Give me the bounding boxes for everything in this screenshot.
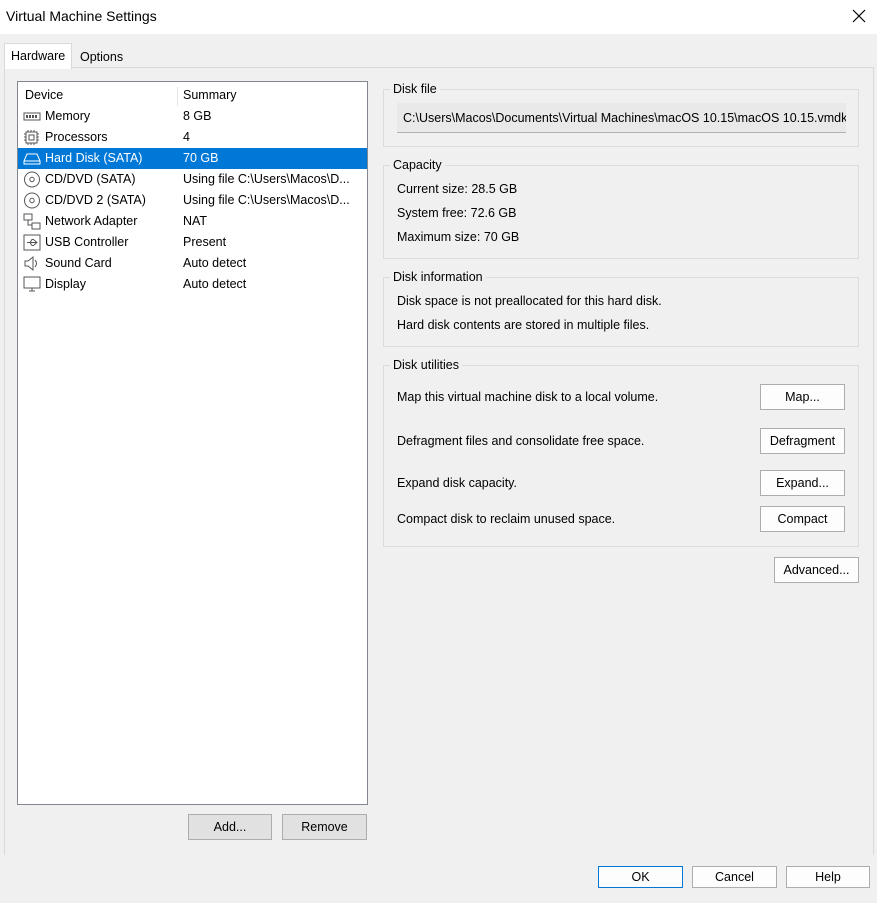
tab-options[interactable]: Options <box>74 46 129 68</box>
defragment-button[interactable]: Defragment <box>760 428 845 454</box>
dialog-footer: OK Cancel Help <box>0 855 877 903</box>
maximum-size-text: Maximum size: 70 GB <box>397 230 520 244</box>
device-summary: NAT <box>183 214 208 228</box>
disk-information-group: Disk information Disk space is not preal… <box>383 269 859 347</box>
disk-info-line: Hard disk contents are stored in multipl… <box>397 318 650 332</box>
disk-utilities-group: Disk utilities Map this virtual machine … <box>383 357 859 547</box>
device-summary: Using file C:\Users\Macos\D... <box>183 193 350 207</box>
ok-button[interactable]: OK <box>598 866 683 888</box>
usb-icon <box>23 234 41 251</box>
device-name: Processors <box>45 130 108 144</box>
disk-info-line: Disk space is not preallocated for this … <box>397 294 662 308</box>
cd-dvd-icon <box>24 171 40 188</box>
remove-device-button[interactable]: Remove <box>282 814 367 840</box>
add-device-button[interactable]: Add... <box>188 814 272 840</box>
device-row-sound-card[interactable]: Sound Card Auto detect <box>18 253 367 274</box>
cd-dvd-icon <box>24 192 40 209</box>
display-icon <box>23 276 41 292</box>
list-header: Device Summary <box>18 85 367 106</box>
system-free-text: System free: 72.6 GB <box>397 206 517 220</box>
device-name: Network Adapter <box>45 214 138 228</box>
device-row-cd-dvd[interactable]: CD/DVD (SATA) Using file C:\Users\Macos\… <box>18 169 367 190</box>
expand-button[interactable]: Expand... <box>760 470 845 496</box>
device-summary: Present <box>183 235 227 249</box>
device-summary: 70 GB <box>183 151 219 165</box>
tab-hardware[interactable]: Hardware <box>4 43 73 69</box>
disk-file-group: Disk file C:\Users\Macos\Documents\Virtu… <box>383 81 859 147</box>
hard-disk-icon <box>23 153 41 165</box>
compact-button[interactable]: Compact <box>760 506 845 532</box>
column-header-summary[interactable]: Summary <box>183 85 236 106</box>
device-name: USB Controller <box>45 235 129 249</box>
device-name: CD/DVD (SATA) <box>45 172 136 186</box>
device-summary: 4 <box>183 130 190 144</box>
device-list[interactable]: Device Summary Memory 8 GB Processors 4 <box>17 81 368 805</box>
map-button[interactable]: Map... <box>760 384 845 410</box>
title-bar: Virtual Machine Settings <box>0 0 877 34</box>
column-header-device[interactable]: Device <box>25 85 63 106</box>
close-button[interactable] <box>841 0 877 34</box>
advanced-button[interactable]: Advanced... <box>774 557 859 583</box>
expand-description: Expand disk capacity. <box>397 476 517 490</box>
device-name: Sound Card <box>45 256 112 270</box>
cancel-button[interactable]: Cancel <box>692 866 777 888</box>
window-title: Virtual Machine Settings <box>6 8 157 24</box>
network-adapter-icon <box>23 213 41 230</box>
device-summary: 8 GB <box>183 109 212 123</box>
column-divider[interactable] <box>177 87 178 106</box>
group-label: Disk information <box>390 269 486 285</box>
disk-file-path-field[interactable]: C:\Users\Macos\Documents\Virtual Machine… <box>397 103 846 133</box>
current-size-text: Current size: 28.5 GB <box>397 182 518 196</box>
device-summary: Auto detect <box>183 277 247 291</box>
device-summary: Using file C:\Users\Macos\D... <box>183 172 350 186</box>
device-row-hard-disk[interactable]: Hard Disk (SATA) 70 GB <box>18 148 367 169</box>
device-row-usb-controller[interactable]: USB Controller Present <box>18 232 367 253</box>
group-label: Disk utilities <box>390 357 462 373</box>
processor-icon <box>24 130 39 145</box>
sound-icon <box>24 255 37 272</box>
map-description: Map this virtual machine disk to a local… <box>397 390 659 404</box>
close-icon <box>852 9 866 23</box>
memory-icon <box>23 112 41 121</box>
device-name: CD/DVD 2 (SATA) <box>45 193 146 207</box>
capacity-group: Capacity Current size: 28.5 GB System fr… <box>383 157 859 259</box>
device-row-processors[interactable]: Processors 4 <box>18 127 367 148</box>
defragment-description: Defragment files and consolidate free sp… <box>397 434 645 448</box>
device-row-display[interactable]: Display Auto detect <box>18 274 367 295</box>
group-label: Disk file <box>390 81 440 97</box>
device-name: Memory <box>45 109 91 123</box>
vm-settings-window: Virtual Machine Settings Hardware Option… <box>0 0 877 903</box>
device-name: Hard Disk (SATA) <box>45 151 143 165</box>
device-summary: Auto detect <box>183 256 247 270</box>
device-row-cd-dvd-2[interactable]: CD/DVD 2 (SATA) Using file C:\Users\Maco… <box>18 190 367 211</box>
device-row-memory[interactable]: Memory 8 GB <box>18 106 367 127</box>
device-row-network-adapter[interactable]: Network Adapter NAT <box>18 211 367 232</box>
compact-description: Compact disk to reclaim unused space. <box>397 512 616 526</box>
group-label: Capacity <box>390 157 445 173</box>
device-name: Display <box>45 277 86 291</box>
help-button[interactable]: Help <box>786 866 870 888</box>
